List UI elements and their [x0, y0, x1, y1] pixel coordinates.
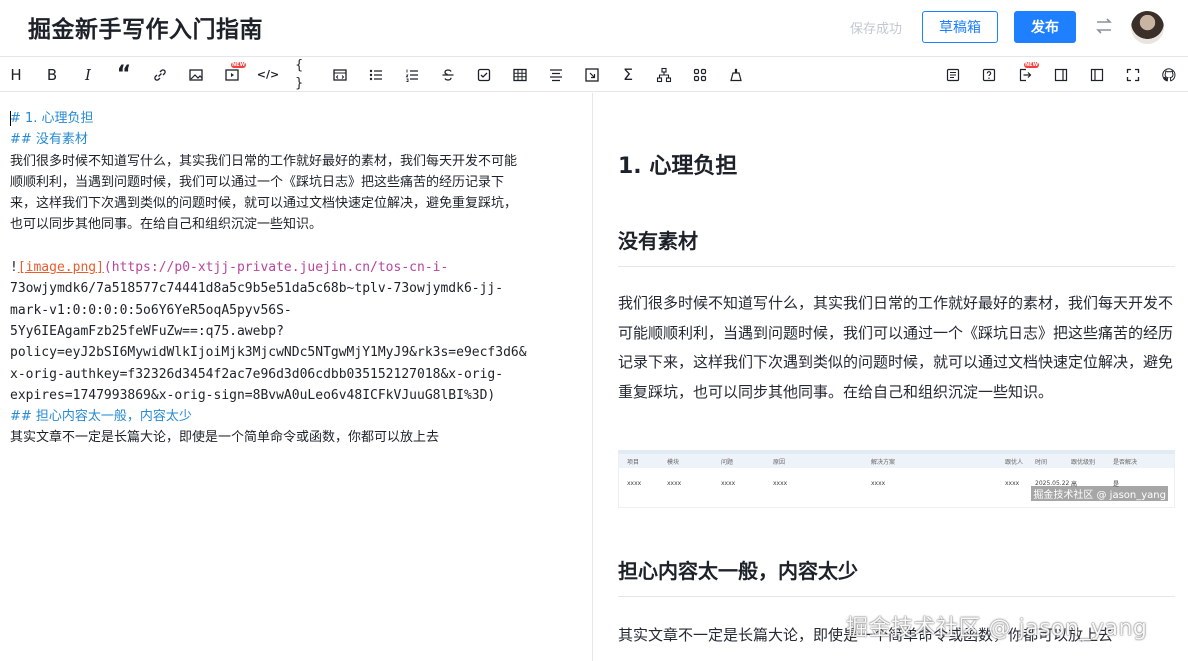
italic-icon[interactable]: I: [79, 66, 97, 84]
article-title-input[interactable]: 掘金新手写作入门指南: [28, 10, 263, 44]
editor-paragraph-line: 我们很多时候不知道写什么，其实我们日常的工作就好最好的素材，我们每天开发不可能: [10, 153, 518, 169]
image-table-cell: xxxx: [773, 479, 788, 487]
image-table-header-cell: 项目: [627, 458, 640, 466]
import-icon[interactable]: NEW: [1016, 62, 1040, 84]
link-icon[interactable]: [151, 66, 169, 84]
heading-label: H: [10, 66, 22, 84]
markdown-toolbar: H B I “ NEW </> { } Σ NEW: [0, 58, 1188, 92]
bold-icon[interactable]: B: [43, 66, 61, 84]
formula-icon[interactable]: Σ: [619, 66, 637, 84]
markdown-editor[interactable]: # 1. 心理负担 ## 没有素材 我们很多时候不知道写什么，其实我们日常的工作…: [0, 93, 593, 661]
new-badge: NEW: [231, 62, 247, 68]
editor-blank-line: [10, 236, 582, 257]
quote-icon[interactable]: “: [115, 62, 133, 87]
editor-image-line: ![image.png](https://p0-xtjj-private.jue…: [10, 257, 582, 278]
code-inline-label: </>: [256, 68, 280, 81]
image-table-cell: xxxx: [871, 479, 886, 487]
image-url: mark-v1:0:0:0:0:5o6Y6YeR5oqA5pyv56S-: [10, 302, 292, 318]
video-icon[interactable]: NEW: [223, 62, 247, 84]
editor-heading-text: ## 没有素材: [10, 132, 88, 148]
image-url: policy=eyJ2bSI6MywidWlkIjoiMjk3MjcwNDc5N…: [10, 345, 527, 361]
unordered-list-icon[interactable]: [367, 66, 385, 84]
image-url: (https://p0-xtjj-private.juejin.cn/tos-c…: [103, 260, 449, 276]
new-badge: NEW: [1024, 62, 1040, 68]
draft-box-button[interactable]: 草稿箱: [922, 11, 998, 43]
page-watermark: 掘金技术社区 @ jason_yang: [846, 616, 1148, 641]
strikethrough-icon[interactable]: [439, 66, 457, 84]
preview-image: 项目 模块 问题 原因 解决方案 跟优人 时间 跟优级别 是否解决 xxxx xxxx xxxx xx…: [618, 450, 1175, 508]
image-table-header-cell: 时间: [1035, 458, 1048, 466]
image-icon[interactable]: [187, 66, 205, 84]
image-table-header-cell: 模块: [667, 458, 680, 466]
preview-paragraph: 我们很多时候不知道写什么，其实我们日常的工作就好最好的素材，我们每天开发不可能顺…: [618, 294, 1174, 401]
italic-label: I: [85, 66, 91, 84]
editor-paragraph-line: 其实文章不一定是长篇大论，即使是一个简单命令或函数，你都可以放上去: [10, 430, 440, 446]
image-link-label: [image.png]: [17, 260, 104, 276]
image-table-header-cell: 跟优级别: [1071, 458, 1096, 466]
preview-heading-2: 担心内容太一般，内容太少: [618, 555, 1175, 597]
image-table-header-cell: 原因: [773, 458, 786, 466]
code-block-icon[interactable]: { }: [295, 58, 313, 91]
code-block-label: { }: [295, 58, 304, 91]
editor-only-icon[interactable]: [1088, 66, 1106, 84]
editor-line-h1: # 1. 心理负担: [10, 108, 582, 129]
switch-editor-icon[interactable]: [1094, 14, 1114, 38]
formula-label: Σ: [622, 65, 634, 84]
github-icon[interactable]: [1160, 66, 1178, 84]
save-status: 保存成功: [850, 22, 903, 37]
plugins-icon[interactable]: [691, 66, 709, 84]
bold-label: B: [46, 66, 58, 84]
image-table-header: 项目 模块 问题 原因 解决方案 跟优人 时间 跟优级别 是否解决: [619, 454, 1174, 468]
image-watermark: 掘金技术社区 @ jason_yang: [1031, 486, 1168, 501]
image-table-cell: xxxx: [667, 479, 682, 487]
diagram-icon[interactable]: [655, 66, 673, 84]
editor-heading-text: # 1. 心理负担: [10, 111, 94, 126]
preview-heading-1: 1. 心理负担: [618, 154, 738, 179]
ordered-list-icon[interactable]: [403, 66, 421, 84]
editor-header: 掘金新手写作入门指南 保存成功 草稿箱 发布: [0, 0, 1188, 57]
image-url: 5Yy6IEAgamFzb25feWFuZw==:q75.awebp?: [10, 323, 284, 339]
table-icon[interactable]: [511, 66, 529, 84]
markdown-preview: 1. 心理负担 没有素材 我们很多时候不知道写什么，其实我们日常的工作就好最好的…: [594, 93, 1188, 661]
image-url: expires=1747993869&x-orig-sign=8BvwA0uLe…: [10, 387, 496, 403]
publish-button[interactable]: 发布: [1014, 11, 1076, 43]
image-bang: !: [10, 260, 18, 276]
editor-paragraph-line: 顺顺利利，当遇到问题时候，我们可以通过一个《踩坑日志》把这些痛苦的经历记录下: [10, 174, 505, 190]
code-inline-icon[interactable]: </>: [256, 66, 280, 84]
help-icon[interactable]: [980, 66, 998, 84]
image-url: 73owjymdk6/7a518577c74441d8a5c9b5e51da5c…: [10, 281, 504, 297]
user-avatar[interactable]: [1131, 11, 1164, 44]
image-url: x-orig-authkey=f32326d3454f2ac7e96d3d06c…: [10, 366, 504, 382]
image-table-cell: xxxx: [1005, 479, 1020, 487]
align-center-icon[interactable]: [547, 66, 565, 84]
code-editor-icon[interactable]: [331, 66, 349, 84]
preview-heading-2: 没有素材: [618, 225, 1175, 267]
image-table-header-cell: 问题: [721, 458, 734, 466]
editor-heading-text: ## 担心内容太一般，内容太少: [10, 409, 192, 425]
editor-line-h2: ## 没有素材: [10, 129, 582, 150]
heading-icon[interactable]: H: [7, 66, 25, 84]
fullscreen-icon[interactable]: [1124, 66, 1142, 84]
quote-label: “: [116, 62, 132, 87]
preview-only-icon[interactable]: [1052, 66, 1070, 84]
editor-paragraph-line: 来，这样我们下次遇到类似的问题时候，就可以通过文档快速定位解决，避免重复踩坑，: [10, 196, 518, 212]
editor-line-h2: ## 担心内容太一般，内容太少: [10, 406, 582, 427]
image-table-header-cell: 是否解决: [1113, 458, 1138, 466]
toc-icon[interactable]: [944, 66, 962, 84]
image-table-cell: xxxx: [721, 479, 736, 487]
theme-icon[interactable]: [727, 66, 745, 84]
task-list-icon[interactable]: [475, 66, 493, 84]
image-table-header-cell: 跟优人: [1005, 458, 1024, 466]
image-table-cell: xxxx: [627, 479, 642, 487]
editor-paragraph-line: 也可以同步其他同事。在给自己和组织沉淀一些知识。: [10, 217, 323, 233]
image-table-header-cell: 解决方案: [871, 458, 896, 466]
fullscreen-image-icon[interactable]: [583, 66, 601, 84]
